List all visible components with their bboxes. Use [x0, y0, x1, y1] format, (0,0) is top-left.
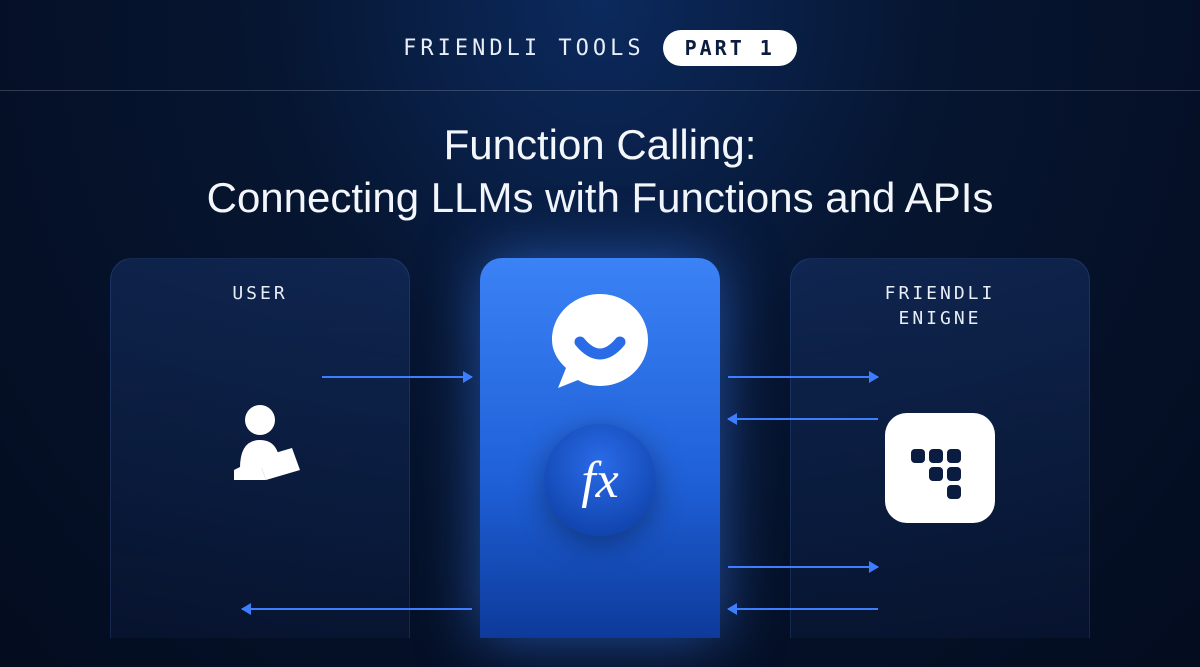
user-panel-label: USER	[131, 281, 389, 306]
engine-panel-label: FRIENDLI ENIGNE	[811, 281, 1069, 331]
user-panel: USER	[110, 258, 410, 638]
user-icon-wrap	[131, 396, 389, 496]
header-label: FRIENDLI TOOLS	[403, 36, 644, 61]
arrow-center-to-engine-2	[728, 566, 878, 568]
arrow-center-to-user	[242, 608, 472, 610]
arrow-engine-to-center-1	[728, 418, 878, 420]
engine-icon-wrap	[811, 413, 1069, 523]
fx-label: fx	[581, 451, 619, 510]
main-title: Function Calling: Connecting LLMs with F…	[0, 91, 1200, 258]
user-laptop-icon	[210, 396, 310, 496]
center-panel: fx	[480, 258, 720, 638]
diagram-stage: USER fx FRIENDLI ENIGNE	[110, 258, 1090, 638]
arrow-center-to-engine-1	[728, 376, 878, 378]
part-badge: PART 1	[663, 30, 797, 66]
engine-panel: FRIENDLI ENIGNE	[790, 258, 1090, 638]
title-line-2: Connecting LLMs with Functions and APIs	[60, 172, 1140, 225]
header-bar: FRIENDLI TOOLS PART 1	[0, 0, 1200, 90]
arrow-engine-to-center-2	[728, 608, 878, 610]
arrow-user-to-center	[322, 376, 472, 378]
friendli-engine-icon	[885, 413, 995, 523]
fx-function-icon: fx	[544, 424, 656, 536]
chat-bubble-smile-icon	[544, 286, 656, 398]
title-line-1: Function Calling:	[60, 119, 1140, 172]
